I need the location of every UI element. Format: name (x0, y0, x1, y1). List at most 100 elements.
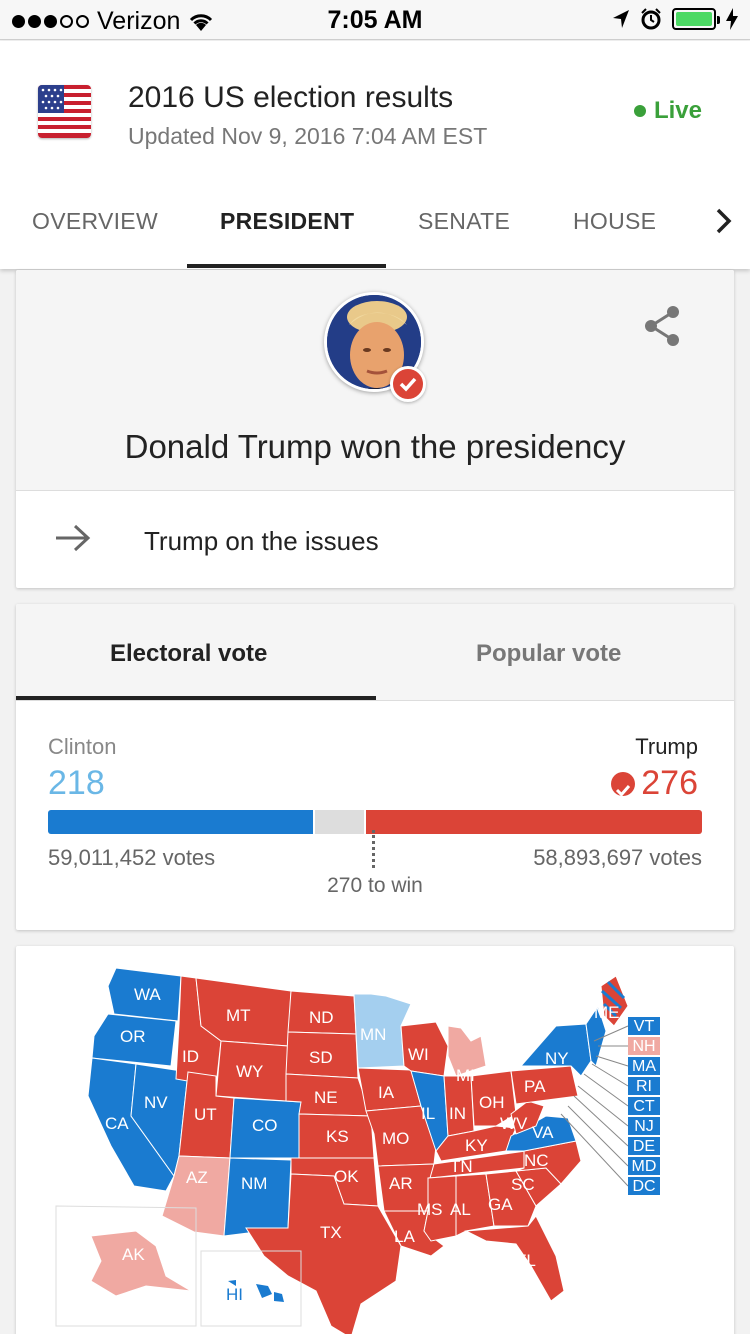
live-label: Live (653, 97, 702, 124)
state-box-label: MD (632, 1158, 657, 1175)
threshold-label: 270 to win (327, 874, 423, 897)
trump-popular-votes: 58,893,697 votes (533, 845, 702, 870)
trump-electoral-count: 276 (641, 764, 698, 802)
vote-type-tabs: Electoral vote Popular vote (16, 604, 734, 701)
tab-senate[interactable]: SENATE (418, 208, 510, 235)
state-label: GA (488, 1195, 513, 1214)
state-label: AR (389, 1174, 413, 1193)
state-box-label: CT (633, 1098, 655, 1115)
state-label: MT (226, 1006, 251, 1025)
last-updated: Updated Nov 9, 2016 7:04 AM EST (128, 123, 488, 149)
state-label: MS (417, 1200, 443, 1219)
winner-check-icon (611, 771, 636, 797)
state-box-label: NH (632, 1038, 655, 1055)
active-tab-indicator (187, 264, 386, 268)
state-label: FL (516, 1251, 536, 1270)
state-label: NE (314, 1088, 338, 1107)
state-label: OR (120, 1027, 146, 1046)
state-label: CA (105, 1114, 129, 1133)
state-box-label: DC (632, 1178, 655, 1195)
state-box-label: NJ (634, 1118, 654, 1135)
state-label: SD (309, 1048, 333, 1067)
us-flag-icon (38, 85, 91, 138)
status-bar: Verizon 7:05 AM (0, 0, 750, 40)
winner-check-icon (390, 366, 426, 402)
issues-link-label: Trump on the issues (144, 526, 379, 556)
small-states-legend: VT NH MA RI CT NJ DE MD DC (628, 1017, 660, 1195)
trump-name: Trump (635, 734, 698, 759)
tab-overview[interactable]: OVERVIEW (32, 208, 158, 235)
state-label: TX (320, 1223, 342, 1242)
state-box-label: MA (632, 1058, 656, 1075)
state-label: MO (382, 1129, 409, 1148)
clinton-popular-votes: 59,011,452 votes (48, 845, 216, 870)
state-label: WA (134, 985, 161, 1004)
battery-icon (672, 8, 720, 30)
state-nm[interactable] (223, 1157, 292, 1237)
state-label: ME (594, 1003, 620, 1022)
issues-link[interactable]: Trump on the issues (16, 492, 734, 588)
status-icons (612, 8, 738, 30)
state-label: IA (378, 1083, 395, 1102)
state-label: LA (394, 1227, 415, 1246)
state-label: KY (465, 1136, 488, 1155)
chevron-right-icon[interactable] (714, 206, 734, 236)
state-label: MI (456, 1066, 475, 1085)
electoral-vote-bar (48, 810, 702, 834)
state-label: TN (450, 1157, 473, 1176)
state-label: IL (421, 1104, 435, 1123)
trump-bar-segment (366, 810, 702, 834)
arrow-right-icon (56, 524, 91, 552)
live-indicator: Live (633, 97, 702, 125)
state-label: AK (122, 1245, 145, 1264)
winner-banner: Donald Trump won the presidency (16, 270, 734, 491)
state-label: HI (226, 1285, 243, 1304)
us-results-map[interactable]: WA OR CA ID NV MT WY UT AZ CO NM ND SD N… (16, 946, 734, 1334)
state-label: ID (182, 1047, 199, 1066)
state-label: WY (236, 1062, 263, 1081)
state-label: PA (524, 1077, 546, 1096)
tab-house[interactable]: HOUSE (573, 208, 656, 235)
state-label: AL (450, 1200, 471, 1219)
state-box-label: VT (634, 1018, 655, 1035)
share-icon[interactable] (642, 304, 682, 348)
state-box-label: DE (633, 1138, 655, 1155)
charging-bolt-icon (726, 8, 738, 30)
state-label: NV (144, 1093, 168, 1112)
state-label: KS (326, 1127, 349, 1146)
state-label: UT (194, 1105, 217, 1124)
active-vote-tab-indicator (16, 696, 376, 700)
state-label: OK (334, 1167, 359, 1186)
state-label: VA (532, 1123, 554, 1142)
win-threshold-marker (372, 830, 375, 868)
winner-headline: Donald Trump won the presidency (124, 428, 626, 465)
section-tabs: OVERVIEW PRESIDENT SENATE HOUSE (0, 186, 750, 269)
state-label: AZ (186, 1168, 208, 1187)
location-arrow-icon (613, 10, 629, 28)
live-dot-icon (633, 105, 646, 117)
tab-electoral-vote[interactable]: Electoral vote (110, 640, 267, 668)
state-label: WI (408, 1045, 429, 1064)
state-box-label: RI (636, 1078, 652, 1095)
state-label: MN (360, 1025, 386, 1044)
state-label: OH (479, 1093, 505, 1112)
tab-president[interactable]: PRESIDENT (220, 208, 354, 235)
tab-popular-vote[interactable]: Popular vote (476, 640, 621, 668)
state-label: SC (511, 1175, 535, 1194)
clinton-name: Clinton (48, 734, 117, 759)
trump-electoral-area: 276 (611, 764, 698, 803)
bar-divider (313, 810, 315, 834)
state-label: CO (252, 1116, 278, 1135)
state-label: ND (309, 1008, 334, 1027)
clinton-electoral-count: 218 (48, 764, 105, 802)
clinton-bar-segment (48, 810, 313, 834)
alarm-clock-icon (641, 8, 661, 30)
state-label: NY (545, 1049, 569, 1068)
state-label: NC (524, 1151, 549, 1170)
winner-card: Donald Trump won the presidency Trump on… (16, 270, 734, 588)
vote-results-card: Electoral vote Popular vote Clinton Trum… (16, 604, 734, 930)
state-label: IN (449, 1104, 466, 1123)
results-map-card: WA OR CA ID NV MT WY UT AZ CO NM ND SD N… (16, 946, 734, 1334)
state-label: WV (500, 1114, 528, 1133)
state-label: NM (241, 1174, 267, 1193)
